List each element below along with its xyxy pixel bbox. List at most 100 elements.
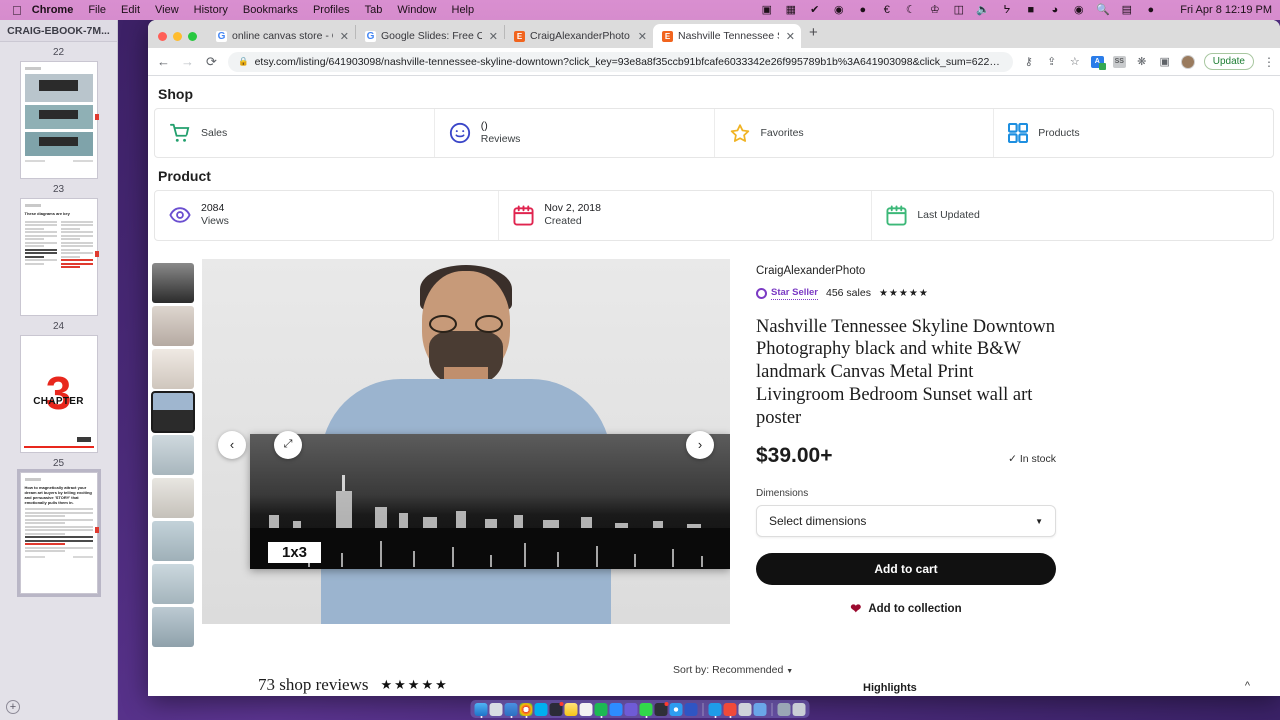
safari-icon[interactable] [669,702,683,716]
bluetooth-icon[interactable]: ᔭ [1000,4,1013,16]
slide-thumbnail[interactable]: These diagrams are key [19,198,99,316]
gallery-thumbnail[interactable] [152,606,194,647]
gallery-prev-button[interactable]: ‹ [218,430,246,459]
stat-card-products[interactable]: Products [994,109,1273,157]
photos-icon[interactable] [753,702,767,716]
search-icon[interactable]: 🔍 [1096,4,1110,16]
menu-item-tab[interactable]: Tab [365,4,383,16]
browser-tab-3[interactable]: E CraigAlexanderPhoto | Etsy ✕ [505,24,653,48]
stat-card-created[interactable]: Nov 2, 2018 Created [499,191,873,240]
add-to-cart-button[interactable]: Add to cart [756,553,1056,586]
browser-tab-4-active[interactable]: E Nashville Tennessee Skyline D ✕ [653,24,801,48]
gallery-next-button[interactable]: › [686,430,714,459]
menubar-clock[interactable]: Fri Apr 8 12:19 PM [1180,4,1272,16]
mail-icon[interactable] [504,702,518,718]
gallery-thumbnail[interactable] [152,305,194,346]
slide-thumb-24-wrap[interactable]: 3 CHAPTER [0,335,117,453]
chrome-icon[interactable] [519,702,533,718]
back-button-icon[interactable]: ← [156,54,171,69]
slides-thumbnail-panel[interactable]: CRAIG-EBOOK-7M... 22 23 These diagrams a… [0,20,118,720]
slide-thumb-23-wrap[interactable]: These diagrams are key [0,198,117,316]
dimensions-select[interactable]: Select dimensions ▼ [756,505,1056,538]
menu-item-profiles[interactable]: Profiles [313,4,350,16]
stat-card-sales[interactable]: Sales [155,109,435,158]
translate-extension-icon[interactable]: A [1090,55,1106,70]
slide-thumb-22-wrap[interactable] [0,61,117,179]
update-button[interactable]: Update [1203,53,1254,70]
ss-extension-icon[interactable]: SS [1112,55,1126,68]
chrome-browser-window[interactable]: G online canvas store - Google S ✕ G Goo… [148,20,1280,696]
volume-icon[interactable]: 🔈 [976,4,990,16]
gallery-expand-icon[interactable]: ⤢ [274,430,302,459]
spotify-icon[interactable] [594,702,608,718]
add-slide-button[interactable]: + [6,700,20,714]
malware-icon[interactable]: ♔ [928,4,941,16]
reload-button-icon[interactable]: ⟳ [204,54,219,70]
menu-item-file[interactable]: File [88,4,106,16]
shield-check-icon[interactable]: ✔ [808,4,821,16]
close-tab-icon[interactable]: ✕ [489,30,498,43]
etsy-listing-page[interactable]: Shop Sales () Reviews Favorites Products… [148,76,1280,696]
minimize-window-button[interactable] [173,32,182,41]
new-tab-button[interactable]: + [801,24,826,45]
menu-item-window[interactable]: Window [397,4,436,16]
bookmark-star-icon[interactable]: ☆ [1068,55,1082,68]
tab-group-icon[interactable]: ▣ [1158,55,1172,68]
gallery-thumbnail[interactable] [152,348,194,389]
shop-name-link[interactable]: CraigAlexanderPhoto [756,265,1056,277]
menu-item-bookmarks[interactable]: Bookmarks [243,4,298,16]
e-icon[interactable]: € [880,4,893,16]
printer-icon[interactable] [738,702,752,716]
add-to-collection-button[interactable]: ❤ Add to collection [756,601,1056,617]
trash-icon[interactable] [792,702,806,716]
terminal-icon[interactable] [708,702,722,718]
close-window-button[interactable] [158,32,167,41]
product-hero-image[interactable]: 1x3 ‹ › ⤢ [202,258,730,624]
gallery-thumbnail-strip[interactable] [151,259,198,647]
menu-item-history[interactable]: History [194,4,228,16]
apple-logo-icon[interactable]:  [12,4,22,17]
globe-record-icon[interactable]: ◉ [832,4,845,16]
stat-card-reviews[interactable]: () Reviews [435,109,715,158]
menu-item-view[interactable]: View [155,4,179,16]
stat-card-last-updated[interactable]: Last Updated [872,191,1273,239]
figma-icon[interactable] [549,701,564,716]
screen-record-icon[interactable]: ▣ [760,4,773,16]
close-tab-icon[interactable]: ✕ [340,30,349,43]
skype-icon[interactable] [534,702,548,716]
maximize-window-button[interactable] [188,32,197,41]
share-icon[interactable]: ⇪ [1045,55,1059,68]
zoom-icon[interactable]: ● [856,4,869,16]
close-tab-icon[interactable]: ✕ [638,30,647,43]
airplay-icon[interactable]: ▤ [1120,4,1133,16]
linkedin-icon[interactable] [684,702,698,716]
slide-thumbnail[interactable]: 3 CHAPTER [19,335,98,453]
mac-dock[interactable] [470,700,810,718]
podcast-icon[interactable] [624,702,638,716]
gallery-thumbnail[interactable] [152,262,194,303]
finder-icon[interactable] [474,702,488,718]
chrome-menu-icon[interactable]: ⋮ [1263,55,1275,69]
address-bar[interactable]: 🔒 etsy.com/listing/641903098/nashville-t… [228,51,1013,72]
battery-icon[interactable]: ■ [1024,4,1037,16]
calendar-icon[interactable] [579,702,593,716]
close-tab-icon[interactable]: ✕ [786,30,795,43]
puzzle-extension-icon[interactable]: ❋ [1135,55,1149,68]
browser-tab-strip[interactable]: G online canvas store - Google S ✕ G Goo… [148,20,1280,48]
gallery-thumbnail[interactable] [152,477,194,518]
slide-thumbnail-selected[interactable]: How to magnetically attract your dream a… [16,469,101,597]
slide-thumb-25-wrap[interactable]: How to magnetically attract your dream a… [0,469,117,597]
highlights-section-title[interactable]: Highlights [863,682,917,694]
highlights-collapse-icon[interactable]: ^ [1245,680,1250,692]
launchpad-icon[interactable] [489,702,503,716]
gallery-thumbnail[interactable] [152,434,194,475]
profile-avatar[interactable] [1180,54,1195,69]
control-center-icon[interactable]: ◉ [1072,4,1085,16]
key-icon[interactable]: ⚷ [1022,55,1036,68]
browser-tab-1[interactable]: G online canvas store - Google S ✕ [207,24,355,48]
zoom-app-icon[interactable] [609,702,623,716]
forward-button-icon[interactable]: → [180,54,195,69]
window-traffic-lights[interactable] [154,32,207,48]
camera-icon[interactable] [654,701,669,716]
messages-icon[interactable] [639,702,653,718]
